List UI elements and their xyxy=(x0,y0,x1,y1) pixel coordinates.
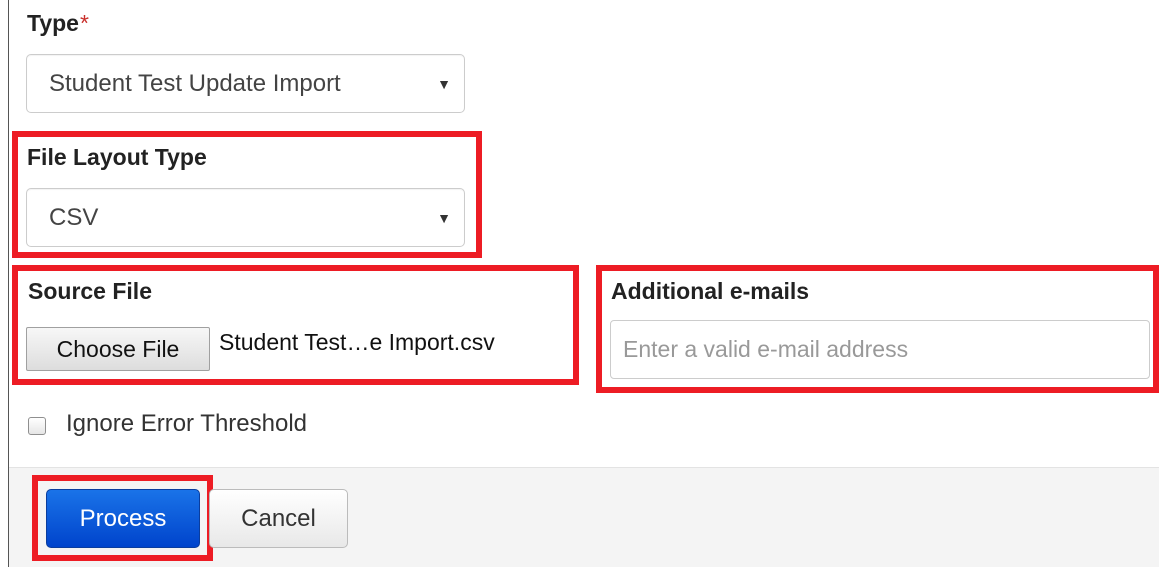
type-select[interactable]: Student Test Update Import ▼ xyxy=(26,54,465,113)
chevron-down-icon: ▼ xyxy=(437,209,451,226)
ignore-error-threshold-checkbox[interactable] xyxy=(28,417,46,435)
source-file-label: Source File xyxy=(28,278,152,304)
additional-emails-input[interactable] xyxy=(610,320,1150,379)
file-layout-type-select-value: CSV xyxy=(49,203,99,231)
ignore-error-threshold-label: Ignore Error Threshold xyxy=(66,410,308,437)
required-marker: * xyxy=(79,10,89,36)
choose-file-button[interactable]: Choose File xyxy=(26,327,210,371)
additional-emails-label: Additional e-mails xyxy=(611,278,810,304)
type-label: Type* xyxy=(27,10,89,37)
selected-file-name: Student Test…e Import.csv xyxy=(219,329,495,355)
process-button[interactable]: Process xyxy=(46,489,200,548)
file-layout-type-select[interactable]: CSV ▼ xyxy=(26,188,465,247)
chevron-down-icon: ▼ xyxy=(437,75,451,92)
file-layout-type-label: File Layout Type xyxy=(27,144,207,170)
type-select-value: Student Test Update Import xyxy=(49,69,341,97)
cancel-button[interactable]: Cancel xyxy=(209,489,348,548)
type-label-text: Type xyxy=(27,10,79,36)
